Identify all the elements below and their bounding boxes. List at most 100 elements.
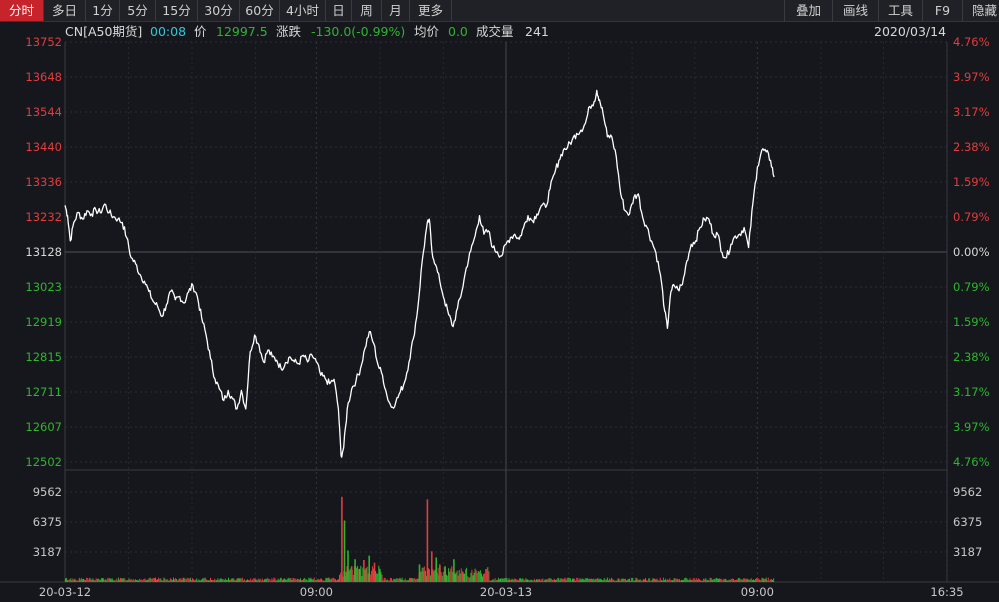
volume-bar [488, 571, 490, 582]
volume-bar [441, 575, 443, 582]
volume-bar [689, 578, 691, 582]
y-tick-label: 13544 [25, 105, 62, 119]
pct-tick-label: 1.59% [953, 175, 990, 189]
y-tick-label: 13023 [25, 280, 62, 294]
volume-bar [636, 578, 638, 582]
volume-bar [106, 580, 108, 582]
volume-bar [522, 578, 524, 582]
volume-bar [736, 579, 737, 582]
volume-bar [476, 572, 478, 582]
y-tick-label: 13336 [25, 175, 62, 189]
volume-bar [363, 560, 365, 582]
volume-bar [296, 578, 298, 582]
volume-bar [602, 580, 604, 582]
volume-bar [640, 580, 642, 582]
volume-bar [237, 578, 239, 582]
volume-bar [260, 580, 262, 582]
volume-bar [182, 577, 184, 582]
volume-bar [743, 578, 745, 582]
volume-bar [446, 574, 447, 582]
volume-bar [203, 578, 205, 582]
volume-bar [496, 579, 498, 582]
volume-bar [399, 577, 401, 582]
volume-bar [560, 578, 562, 582]
volume-bar [722, 580, 724, 582]
volume-bar [304, 578, 306, 582]
volume-bar [708, 580, 710, 582]
volume-bar [646, 580, 648, 582]
volume-bar [453, 559, 455, 582]
volume-bar [491, 580, 493, 582]
volume-bar [235, 580, 237, 582]
volume-bar [678, 579, 680, 582]
volume-bar [661, 580, 663, 582]
volume-bar [703, 578, 705, 582]
volume-bar [495, 579, 497, 582]
volume-bar [515, 579, 517, 582]
volume-bar [494, 578, 496, 582]
volume-bar [654, 579, 656, 582]
vol-tick-label: 3187 [953, 545, 982, 559]
volume-bar [533, 578, 535, 582]
volume-bar [538, 579, 540, 582]
volume-bar [450, 568, 452, 582]
volume-bar [159, 579, 161, 582]
volume-bar [379, 568, 381, 582]
volume-bar [72, 578, 74, 582]
volume-bar [176, 579, 178, 582]
volume-bar [730, 579, 732, 582]
volume-bar [484, 573, 486, 582]
volume-bar [648, 578, 650, 582]
volume-bar [162, 580, 164, 582]
volume-bar [188, 578, 190, 582]
volume-bar [700, 580, 701, 582]
volume-bar [633, 580, 635, 582]
volume-bar [554, 578, 555, 582]
volume-bar [715, 577, 717, 582]
volume-bar [247, 579, 248, 582]
volume-bar [174, 579, 175, 582]
volume-bar [256, 580, 258, 582]
volume-bar [423, 571, 425, 582]
intraday-chart[interactable]: 13752 4.76% 13648 3.97% 13544 3.17% 13440 2.38%… [0, 0, 999, 602]
x-tick-label: 20-03-12 [39, 585, 91, 599]
vol-tick-label: 3187 [33, 545, 62, 559]
volume-bar [641, 580, 643, 582]
volume-bar [539, 579, 541, 582]
volume-bar [735, 580, 736, 582]
vol-tick-label: 6375 [953, 515, 982, 529]
volume-bar [637, 579, 639, 582]
volume-bar [697, 578, 699, 582]
volume-bar [434, 569, 436, 582]
volume-bar [531, 580, 533, 582]
pct-tick-label: 3.17% [953, 385, 990, 399]
volume-bar [184, 578, 186, 582]
volume-bar [216, 579, 218, 582]
volume-bar [559, 579, 561, 582]
volume-bar [664, 580, 666, 582]
volume-bar [592, 579, 594, 582]
volume-bar [189, 577, 191, 582]
pct-tick-label: 3.97% [953, 420, 990, 434]
volume-bar [549, 578, 551, 582]
volume-bar [651, 580, 653, 582]
volume-bar [599, 578, 601, 582]
volume-bar [591, 578, 592, 582]
volume-bar [259, 578, 261, 582]
volume-bar [217, 578, 219, 582]
volume-bar [398, 578, 400, 582]
volume-bar [178, 579, 180, 582]
pct-tick-label: 3.97% [953, 70, 990, 84]
volume-bar [230, 579, 232, 582]
volume-bar [349, 568, 351, 582]
volume-bar [470, 572, 472, 582]
volume-bar [144, 578, 146, 582]
volume-bar [124, 578, 126, 582]
volume-bar [582, 578, 584, 582]
volume-bar [710, 578, 712, 582]
volume-bar [611, 577, 613, 582]
volume-bar [468, 577, 470, 582]
pct-tick-label: 3.17% [953, 105, 990, 119]
volume-bar [140, 579, 142, 582]
volume-bar [270, 580, 272, 582]
